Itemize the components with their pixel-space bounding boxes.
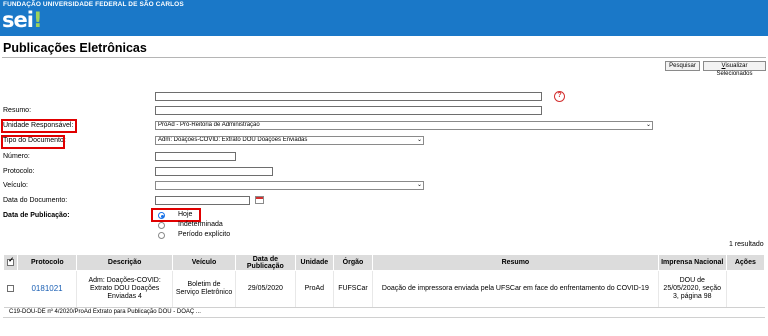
col-protocolo[interactable]: Protocolo (17, 254, 78, 271)
view-selected-button[interactable]: Visualizar Selecionados (703, 61, 766, 77)
tipo-select[interactable]: Adm: Doações-COVID: Extrato DOU Doações … (155, 136, 424, 145)
cell-imprensa: DOU de 25/05/2020, seção 3, página 98 (658, 270, 727, 308)
cell-data: 29/05/2020 (235, 270, 296, 308)
institution-name: FUNDAÇÃO UNIVERSIDADE FEDERAL DE SÃO CAR… (3, 1, 184, 8)
data-documento-label: Data do Documento: (3, 197, 68, 204)
radio-indeterminada-label: Indeterminada (178, 221, 223, 228)
resumo-label: Resumo: (3, 107, 32, 114)
search-button[interactable]: Pesquisar (665, 61, 700, 71)
col-imprensa[interactable]: Imprensa Nacional (657, 254, 727, 271)
veiculo-label: Veículo: (3, 182, 28, 189)
result-subrow: C19-DOU-DE nº 4/2020/ProAd Extrato para … (3, 309, 765, 318)
cell-unidade: ProAd (295, 270, 334, 308)
data-documento-field[interactable] (155, 196, 250, 205)
cell-veiculo: Boletim de Serviço Eletrônico (172, 270, 236, 308)
result-count: 1 resultado (729, 241, 764, 248)
sei-logo-mark: ! (32, 8, 43, 32)
row-checkbox[interactable] (7, 284, 15, 292)
chevron-down-icon: ⌄ (645, 122, 651, 128)
col-orgao[interactable]: Órgão (332, 254, 374, 271)
col-descricao[interactable]: Descrição (76, 254, 174, 271)
radio-periodo[interactable] (158, 232, 165, 239)
row-select-cell[interactable] (3, 270, 18, 308)
select-all-checkbox[interactable] (7, 257, 15, 266)
veiculo-select[interactable]: ⌄ (155, 181, 424, 190)
select-all-header[interactable] (2, 254, 19, 271)
top-bar: FUNDAÇÃO UNIVERSIDADE FEDERAL DE SÃO CAR… (0, 0, 768, 36)
search-text-field[interactable] (155, 92, 542, 101)
table-header-row: Protocolo Descrição Veículo Data de Publ… (2, 254, 766, 271)
protocolo-field[interactable] (155, 167, 273, 176)
page-title: Publicações Eletrônicas (3, 41, 147, 55)
radio-hoje-label: Hoje (178, 211, 193, 218)
col-data-publicacao[interactable]: Data de Publicação (234, 254, 296, 271)
cell-acoes (726, 270, 765, 308)
chevron-down-icon: ⌄ (416, 182, 422, 188)
unidade-select-value: ProAd - Pró-Reitoria de Administração (158, 122, 260, 128)
numero-label: Número: (3, 153, 30, 160)
col-resumo[interactable]: Resumo (372, 254, 659, 271)
col-acoes: Ações (725, 254, 766, 271)
cell-descricao: Adm: Doações-COVID: Extrato DOU Doações … (76, 270, 174, 308)
sei-logo[interactable]: sei! (2, 8, 42, 32)
results-table: Protocolo Descrição Veículo Data de Publ… (2, 254, 766, 308)
numero-field[interactable] (155, 152, 236, 161)
title-divider (2, 57, 766, 58)
calendar-icon[interactable] (255, 196, 264, 204)
unidade-highlight (1, 119, 77, 133)
cell-orgao: FUFSCar (333, 270, 374, 308)
chevron-down-icon: ⌄ (416, 137, 422, 143)
table-row: 0181021 Adm: Doações-COVID: Extrato DOU … (3, 270, 765, 308)
cell-protocolo[interactable]: 0181021 (17, 270, 78, 308)
protocolo-link[interactable]: 0181021 (31, 284, 62, 293)
tipo-select-value: Adm: Doações-COVID: Extrato DOU Doações … (158, 137, 308, 143)
data-publicacao-label: Data de Publicação: (3, 212, 70, 219)
tipo-highlight (1, 135, 65, 149)
help-icon[interactable]: ? (554, 91, 565, 102)
col-unidade[interactable]: Unidade (294, 254, 334, 271)
unidade-select[interactable]: ProAd - Pró-Reitoria de Administração ⌄ (155, 121, 653, 130)
radio-indeterminada[interactable] (158, 222, 165, 229)
protocolo-label: Protocolo: (3, 168, 35, 175)
cell-resumo: Doação de impressora enviada pela UFSCar… (372, 270, 659, 308)
resumo-field[interactable] (155, 106, 542, 115)
radio-periodo-label: Período explícito (178, 231, 231, 238)
sei-logo-text: sei (2, 8, 34, 32)
col-veiculo[interactable]: Veículo (172, 254, 236, 271)
radio-hoje[interactable] (158, 212, 165, 219)
